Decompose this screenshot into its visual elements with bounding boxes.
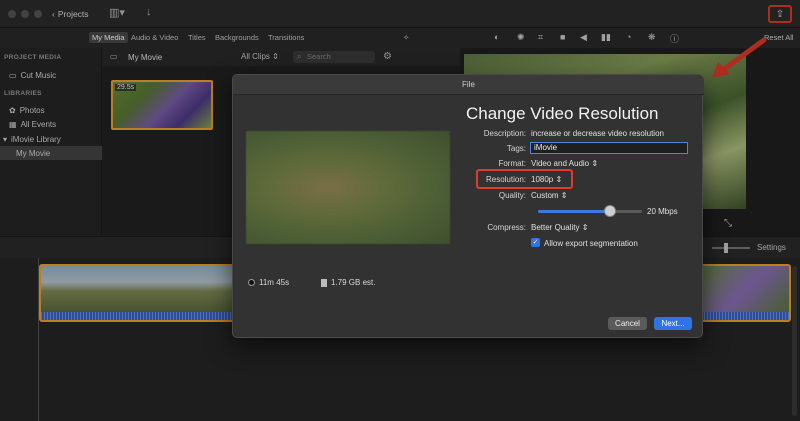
- resolution-value: 1080p: [531, 175, 554, 184]
- dialog-heading: Change Video Resolution: [466, 104, 659, 123]
- resolution-dropdown[interactable]: 1080p ⇕: [531, 175, 562, 184]
- imovie-window: ‹ Projects ▥▾ ↓ ⇪ My Media Audio & Video…: [0, 0, 800, 421]
- size-value: 1.79 GB est.: [331, 278, 376, 287]
- segmentation-label: Allow export segmentation: [544, 239, 638, 248]
- segmentation-checkbox[interactable]: ✓: [531, 238, 540, 247]
- duration-value: 11m 45s: [259, 278, 290, 287]
- description-value: increase or decrease video resolution: [531, 129, 664, 138]
- quality-slider[interactable]: [538, 210, 642, 213]
- format-value: Video and Audio: [531, 159, 590, 168]
- format-dropdown[interactable]: Video and Audio ⇕: [531, 159, 598, 168]
- export-dialog: File 11m 45s 1.79 GB est. Change Video R…: [232, 74, 704, 338]
- tags-field[interactable]: iMovie: [530, 142, 688, 154]
- file-icon: [321, 278, 327, 287]
- export-preview: [246, 131, 450, 244]
- export-duration: 11m 45s: [248, 278, 289, 287]
- dialog-title: File: [233, 75, 704, 95]
- bitrate-value: 20 Mbps: [647, 207, 678, 216]
- compress-value: Better Quality: [531, 223, 580, 232]
- cancel-button[interactable]: Cancel: [608, 317, 647, 330]
- quality-dropdown[interactable]: Custom ⇕: [531, 191, 568, 200]
- resolution-label: Resolution:: [485, 175, 526, 184]
- quality-slider-knob[interactable]: [603, 205, 616, 217]
- compress-label: Compress:: [487, 223, 526, 232]
- description-label: Description:: [483, 129, 526, 138]
- clock-icon: [248, 279, 255, 286]
- export-size: 1.79 GB est.: [321, 278, 375, 287]
- next-button[interactable]: Next...: [654, 317, 692, 330]
- quality-label: Quality:: [498, 191, 526, 200]
- tags-label: Tags:: [506, 144, 526, 153]
- quality-slider-fill: [538, 210, 610, 213]
- quality-value: Custom: [531, 191, 559, 200]
- compress-dropdown[interactable]: Better Quality ⇕: [531, 223, 588, 232]
- format-label: Format:: [498, 159, 526, 168]
